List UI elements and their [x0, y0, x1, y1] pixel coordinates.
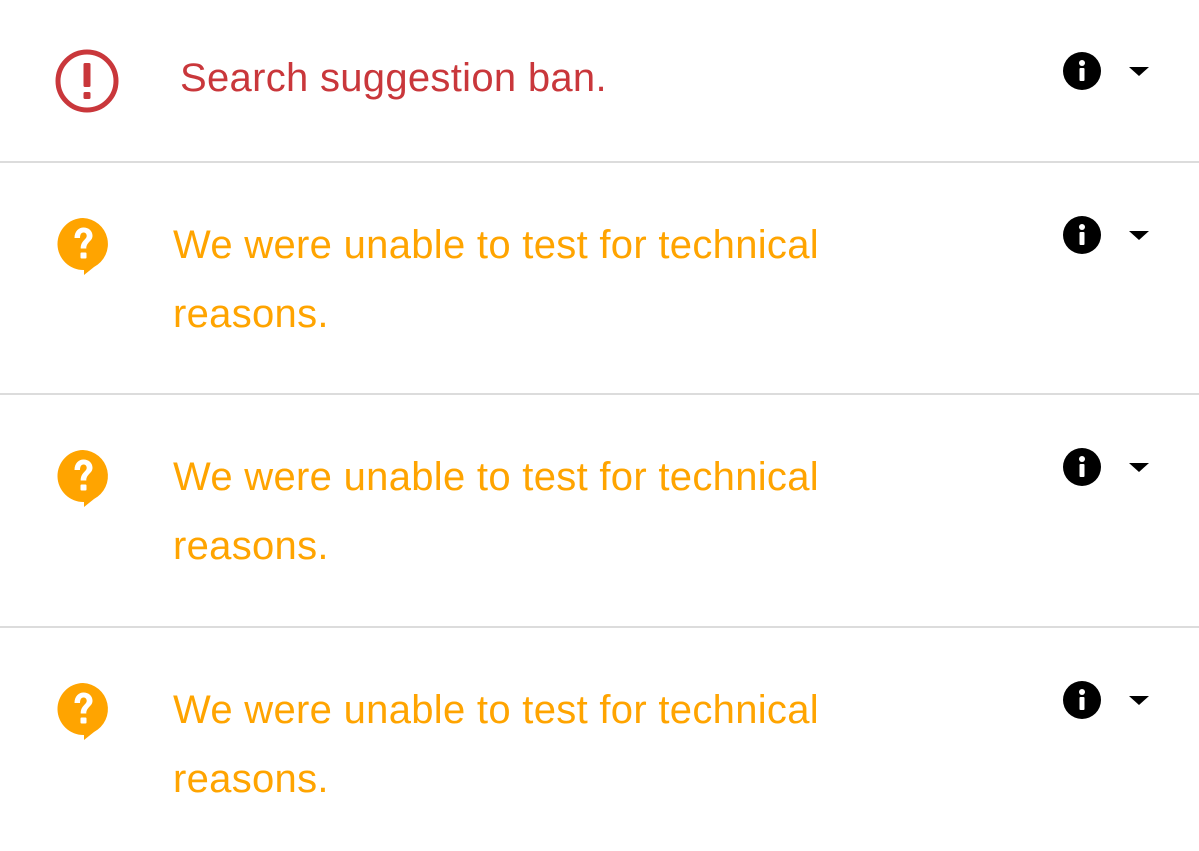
result-row-technical-error: We were unable to test for technical rea…: [0, 163, 1199, 395]
result-message: We were unable to test for technical rea…: [173, 223, 819, 336]
caret-down-icon[interactable]: [1123, 448, 1155, 486]
info-icon[interactable]: [1063, 681, 1101, 719]
result-message: We were unable to test for technical rea…: [173, 455, 819, 568]
caret-down-icon[interactable]: [1123, 216, 1155, 254]
question-bubble-icon: [57, 450, 108, 507]
question-bubble-icon: [57, 683, 108, 740]
result-message: We were unable to test for technical rea…: [173, 688, 819, 801]
info-icon[interactable]: [1063, 52, 1101, 90]
result-row-search-suggestion-ban: Search suggestion ban.: [0, 0, 1199, 163]
question-bubble-icon: [57, 218, 108, 275]
test-results-list: Search suggestion ban. We were unable to…: [0, 0, 1199, 851]
info-icon[interactable]: [1063, 448, 1101, 486]
caret-down-icon[interactable]: [1123, 52, 1155, 90]
info-icon[interactable]: [1063, 216, 1101, 254]
exclamation-circle-icon: [55, 49, 119, 113]
caret-down-icon[interactable]: [1123, 681, 1155, 719]
result-row-technical-error: We were unable to test for technical rea…: [0, 395, 1199, 628]
result-message: Search suggestion ban.: [180, 56, 607, 100]
result-row-technical-error: We were unable to test for technical rea…: [0, 628, 1199, 851]
